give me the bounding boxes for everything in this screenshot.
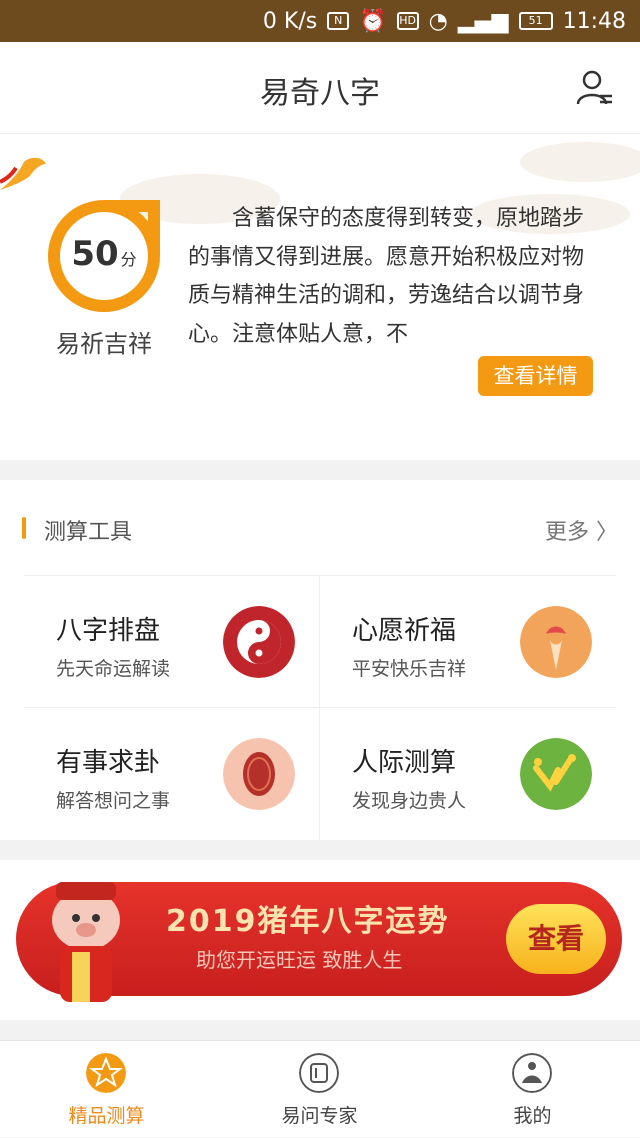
tools-section: 测算工具 更多 〉 八字排盘 先天命运解读 心愿祈福 平安快乐吉祥 有事求卦 解…: [0, 480, 640, 840]
expert-icon: [299, 1053, 339, 1093]
more-label: 更多: [544, 520, 589, 545]
promo-banner[interactable]: 2019猪年八字运势 助您开运旺运 致胜人生 查看: [16, 882, 622, 1002]
status-bar: 0 K/s N ⏰ HD ◔ ▂▄▆ 51 11:48: [0, 0, 640, 42]
tab-mine[interactable]: 我的: [426, 1041, 639, 1138]
tool-title: 有事求卦: [56, 748, 161, 778]
people-icon: [520, 738, 592, 810]
more-link[interactable]: 更多 〉: [545, 514, 618, 546]
score-number: 50: [71, 234, 119, 274]
signal-icon: ▂▄▆: [457, 8, 509, 34]
tools-header: 测算工具 更多 〉: [0, 480, 640, 576]
tool-wish-blessing[interactable]: 心愿祈福 平安快乐吉祥: [320, 576, 616, 708]
score-label: 易祈吉祥: [56, 330, 152, 358]
app-header: 易奇八字: [0, 42, 640, 134]
meditation-user-icon: [512, 1053, 552, 1093]
tool-divination[interactable]: 有事求卦 解答想问之事: [24, 708, 320, 840]
banner-view-button[interactable]: 查看: [506, 904, 606, 974]
tab-label: 精品测算: [68, 1105, 145, 1127]
tab-experts[interactable]: 易问专家: [213, 1041, 426, 1138]
tab-label: 易问专家: [281, 1105, 358, 1127]
tool-bazi-paipan[interactable]: 八字排盘 先天命运解读: [24, 576, 320, 708]
tool-subtitle: 发现身边贵人: [352, 790, 467, 812]
score-value: 50 分: [46, 234, 162, 274]
battery-icon: 51: [518, 12, 553, 30]
tab-label: 我的: [513, 1105, 552, 1127]
page-title: 易奇八字: [260, 76, 380, 111]
promo-banner-section: 2019猪年八字运势 助您开运旺运 致胜人生 查看: [0, 860, 640, 1020]
tool-subtitle: 先天命运解读: [56, 658, 171, 680]
yin-yang-icon: [223, 606, 295, 678]
view-detail-button[interactable]: 查看详情: [478, 356, 593, 396]
tool-grid: 八字排盘 先天命运解读 心愿祈福 平安快乐吉祥 有事求卦 解答想问之事 人际测算…: [24, 575, 616, 840]
bottom-tab-bar: 精品测算 易问专家 我的: [0, 1040, 640, 1137]
tool-title: 心愿祈福: [352, 616, 457, 646]
tool-subtitle: 平安快乐吉祥: [352, 658, 467, 680]
chevron-right-icon: 〉: [595, 520, 618, 545]
alarm-icon: ⏰: [359, 8, 387, 34]
hd-icon: HD: [396, 12, 419, 30]
tool-subtitle: 解答想问之事: [56, 790, 171, 812]
tab-featured[interactable]: 精品测算: [0, 1041, 213, 1138]
wifi-icon: ◔: [428, 8, 448, 34]
cloud-decoration: [520, 142, 640, 182]
score-unit: 分: [120, 250, 137, 269]
banner-subtitle: 助您开运旺运 致胜人生: [196, 948, 403, 972]
tool-title: 八字排盘: [56, 616, 161, 646]
prayer-lotus-icon: [520, 606, 592, 678]
tool-title: 人际测算: [352, 748, 457, 778]
banner-title: 2019猪年八字运势: [166, 904, 450, 939]
nfc-icon: N: [327, 12, 350, 30]
pig-mascot-icon: [52, 882, 120, 1002]
network-speed: 0 K/s: [262, 8, 318, 34]
section-title: 测算工具: [44, 520, 133, 545]
section-accent-bar: [22, 517, 26, 539]
user-profile-icon[interactable]: [574, 68, 614, 108]
tortoise-shell-icon: [223, 738, 295, 810]
fortune-text: 含蓄保守的态度得到转变，原地踏步的事情又得到进展。愿意开始积极应对物质与精神生活…: [188, 206, 585, 347]
star-compass-icon: [86, 1053, 126, 1093]
tool-social-reading[interactable]: 人际测算 发现身边贵人: [320, 708, 616, 840]
fortune-card: 50 分 易祈吉祥 含蓄保守的态度得到转变，原地踏步的事情又得到进展。愿意开始积极…: [0, 134, 640, 460]
phoenix-icon: [0, 157, 46, 190]
clock: 11:48: [562, 8, 626, 34]
